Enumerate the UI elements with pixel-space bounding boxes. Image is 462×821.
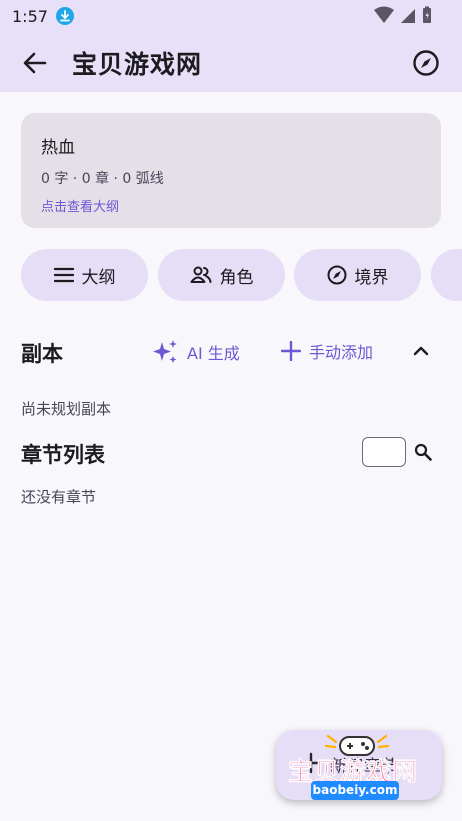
wifi-icon bbox=[374, 6, 394, 23]
instances-title: 副本 bbox=[21, 342, 63, 366]
chip-realms-label: 境界 bbox=[354, 267, 389, 288]
chip-outline[interactable]: 大纲 bbox=[21, 249, 148, 301]
view-outline-link[interactable]: 点击查看大纲 bbox=[41, 196, 421, 215]
watermark-domain: baobeiy.com bbox=[311, 781, 399, 800]
manual-add-label: 手动添加 bbox=[309, 343, 374, 362]
search-icon[interactable] bbox=[414, 443, 432, 461]
app-bar: 宝贝游戏网 bbox=[0, 32, 462, 92]
book-stats: 0 字 · 0 章 · 0 弧线 bbox=[41, 171, 164, 187]
status-bar: 1:57 bbox=[0, 0, 462, 32]
instances-empty-text: 尚未规划副本 bbox=[21, 400, 112, 418]
compass-icon bbox=[327, 265, 346, 285]
book-info-card[interactable]: 热血 0 字 · 0 章 · 0 弧线 点击查看大纲 bbox=[21, 113, 441, 228]
download-icon bbox=[55, 7, 74, 25]
chip-realms[interactable]: 境界 bbox=[294, 249, 421, 301]
chip-characters[interactable]: 角色 bbox=[158, 249, 285, 301]
chip-outline-label: 大纲 bbox=[81, 267, 116, 288]
chip-characters-label: 角色 bbox=[219, 267, 254, 288]
menu-icon bbox=[53, 267, 74, 283]
chevron-up-icon[interactable] bbox=[411, 341, 431, 361]
battery-icon bbox=[423, 6, 431, 23]
plus-icon bbox=[281, 341, 301, 361]
compass-icon[interactable] bbox=[412, 49, 440, 77]
status-time: 1:57 bbox=[12, 6, 48, 26]
book-title: 热血 bbox=[41, 138, 75, 158]
ai-generate-button[interactable]: AI 生成 bbox=[151, 339, 240, 365]
people-icon bbox=[190, 266, 211, 283]
chip-more[interactable] bbox=[431, 249, 462, 301]
chapter-search-input[interactable] bbox=[362, 437, 406, 467]
page-title: 宝贝游戏网 bbox=[72, 50, 203, 79]
manual-add-button[interactable]: 手动添加 bbox=[281, 339, 373, 363]
back-arrow-icon[interactable] bbox=[22, 50, 48, 76]
feature-chips: 大纲 角色 境界 bbox=[21, 249, 462, 301]
chapters-title: 章节列表 bbox=[21, 443, 105, 467]
signal-icon bbox=[401, 9, 415, 23]
ai-generate-label: AI 生成 bbox=[187, 344, 240, 363]
chapters-empty-text: 还没有章节 bbox=[21, 488, 97, 506]
sparkle-icon bbox=[153, 340, 177, 363]
status-icons bbox=[374, 6, 432, 24]
